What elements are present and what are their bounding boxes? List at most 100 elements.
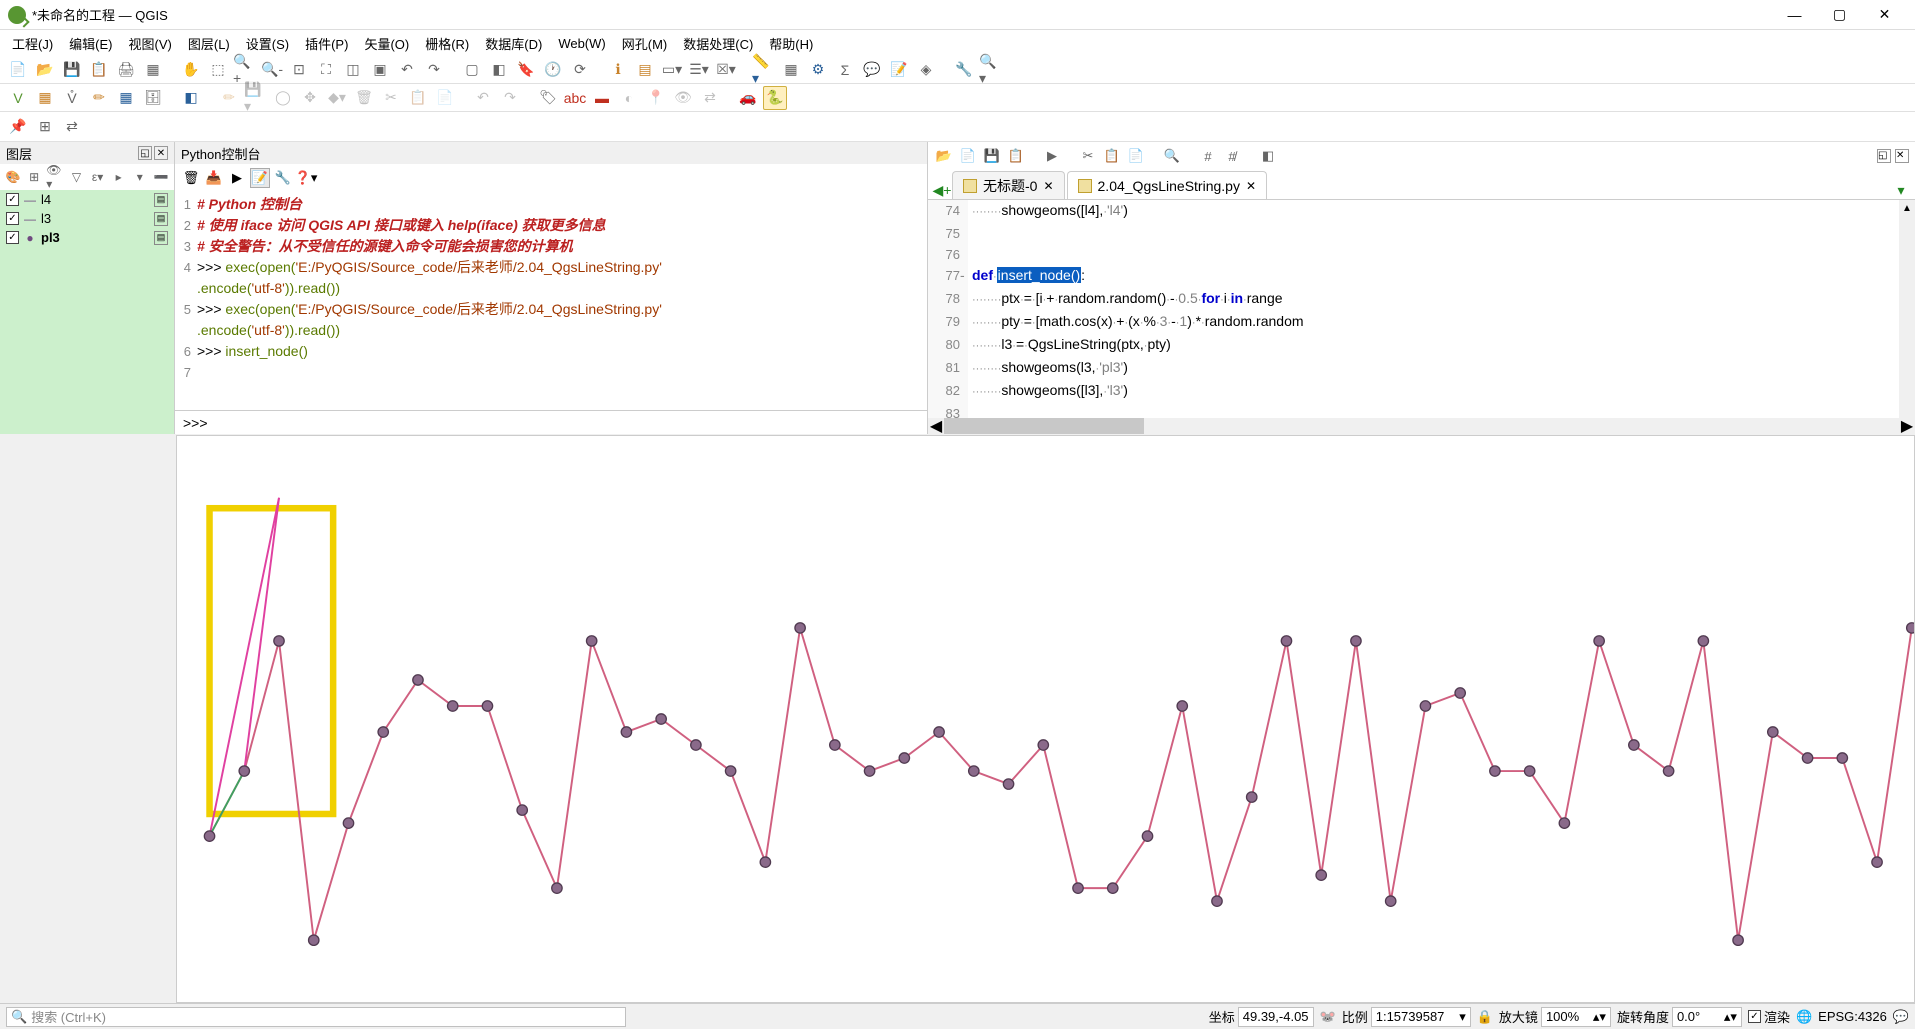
menu-item[interactable]: 设置(S) xyxy=(240,32,295,55)
comment-icon[interactable]: # xyxy=(1198,146,1218,166)
layer-item[interactable]: ✓—l4▤ xyxy=(0,190,174,209)
save-as-icon[interactable]: 📋 xyxy=(87,58,111,82)
select-icon[interactable]: ▭▾ xyxy=(660,58,684,82)
pan-selection-icon[interactable]: ⬚ xyxy=(206,58,230,82)
menu-item[interactable]: 矢量(O) xyxy=(358,32,415,55)
menu-item[interactable]: 图层(L) xyxy=(182,32,236,55)
import-icon[interactable]: 📥 xyxy=(204,168,224,188)
plugin-manager-icon[interactable]: 🚗 xyxy=(736,86,760,110)
object-inspector-icon[interactable]: ◧ xyxy=(1258,146,1278,166)
new-3d-view-icon[interactable]: ◧ xyxy=(487,58,511,82)
close-button[interactable]: ✕ xyxy=(1862,0,1907,30)
zoom-out-icon[interactable]: 🔍- xyxy=(260,58,284,82)
menu-item[interactable]: 数据库(D) xyxy=(479,32,548,55)
extents-icon[interactable]: 🐭 xyxy=(1320,1009,1336,1025)
help-icon[interactable]: ❓▾ xyxy=(296,168,316,188)
map-tips-icon[interactable]: 💬 xyxy=(860,58,884,82)
scale-value[interactable]: 1:15739587▾ xyxy=(1371,1007,1471,1027)
editor-tab[interactable]: 2.04_QgsLineString.py✕ xyxy=(1067,171,1268,199)
editor-vscrollbar[interactable]: ▲ xyxy=(1899,200,1915,418)
zoom-native-icon[interactable]: ⊡ xyxy=(287,58,311,82)
stats-icon[interactable]: ▦ xyxy=(779,58,803,82)
new-geopackage-icon[interactable]: ▦ xyxy=(114,86,138,110)
run-icon[interactable]: ▶ xyxy=(227,168,247,188)
zoom-in-icon[interactable]: 🔍+ xyxy=(233,58,257,82)
pan-icon[interactable]: ✋ xyxy=(179,58,203,82)
layer-checkbox[interactable]: ✓ xyxy=(6,231,19,244)
editor-hscrollbar[interactable]: ◀ ▶ xyxy=(928,418,1915,434)
new-map-view-icon[interactable]: ▢ xyxy=(460,58,484,82)
new-file-icon[interactable]: 📄 xyxy=(958,146,978,166)
menu-item[interactable]: 插件(P) xyxy=(299,32,354,55)
toolbox-icon[interactable]: 🔧 xyxy=(952,58,976,82)
remove-icon[interactable]: ➖ xyxy=(152,167,170,187)
add-vector-icon[interactable]: V xyxy=(6,86,30,110)
select-value-icon[interactable]: ☰▾ xyxy=(687,58,711,82)
eye-icon[interactable]: 👁▾ xyxy=(46,167,64,187)
zoom-selection-icon[interactable]: ◫ xyxy=(341,58,365,82)
maximize-button[interactable]: ▢ xyxy=(1817,0,1862,30)
annotation-icon[interactable]: 📝 xyxy=(887,58,911,82)
node-tool-icon[interactable]: ◆▾ xyxy=(325,86,349,110)
menu-item[interactable]: 栅格(R) xyxy=(419,32,475,55)
snap-icon[interactable]: ⊞ xyxy=(33,115,57,139)
editor-body[interactable]: ▲ 74········showgeoms([l4],·'l4')757677-… xyxy=(928,200,1915,418)
mag-value[interactable]: 100%▴▾ xyxy=(1541,1007,1611,1027)
paste-icon[interactable]: 📄 xyxy=(433,86,457,110)
diagram-icon[interactable]: ◐ xyxy=(617,86,641,110)
add-tab-icon[interactable]: ◀+ xyxy=(932,182,952,199)
coord-value[interactable]: 49.39,-4.05 xyxy=(1238,1007,1314,1027)
pin-icon[interactable]: 📌 xyxy=(6,115,30,139)
filter-icon[interactable]: ▽ xyxy=(67,167,85,187)
panel-close-icon[interactable]: ✕ xyxy=(154,146,168,160)
add-raster-icon[interactable]: ▦ xyxy=(33,86,57,110)
crs-icon[interactable]: 🌐 xyxy=(1796,1009,1812,1025)
zoom-full-icon[interactable]: ⛶ xyxy=(314,58,338,82)
move-feature-icon[interactable]: ✥ xyxy=(298,86,322,110)
epsg-label[interactable]: EPSG:4326 xyxy=(1818,1009,1887,1024)
sigma-icon[interactable]: Σ xyxy=(833,58,857,82)
swap-icon[interactable]: ⇄ xyxy=(60,115,84,139)
pyconsole-input[interactable]: >>> xyxy=(175,410,927,434)
toggle-edit-icon[interactable]: ✏ xyxy=(217,86,241,110)
virtual-layer-icon[interactable]: ◧ xyxy=(179,86,203,110)
menu-item[interactable]: 编辑(E) xyxy=(63,32,118,55)
identify-icon[interactable]: ℹ xyxy=(606,58,630,82)
settings-icon[interactable]: ⚙ xyxy=(806,58,830,82)
new-spatialite-icon[interactable]: 🗄 xyxy=(141,86,165,110)
menu-item[interactable]: 帮助(H) xyxy=(763,32,819,55)
messages-icon[interactable]: 💬 xyxy=(1893,1009,1909,1025)
menu-item[interactable]: 数据处理(C) xyxy=(677,32,759,55)
zoom-layer-icon[interactable]: ▣ xyxy=(368,58,392,82)
open-file-icon[interactable]: 📂 xyxy=(934,146,954,166)
deselect-icon[interactable]: ☒▾ xyxy=(714,58,738,82)
decoration-icon[interactable]: ◈ xyxy=(914,58,938,82)
new-project-icon[interactable]: 📄 xyxy=(6,58,30,82)
print-layout-icon[interactable]: 🖨 xyxy=(114,58,138,82)
edit-pencil-icon[interactable]: ✏ xyxy=(87,86,111,110)
search-icon[interactable]: 🔍▾ xyxy=(979,58,1003,82)
undo-icon[interactable]: ↶ xyxy=(471,86,495,110)
expand-icon[interactable]: ▸ xyxy=(110,167,128,187)
zoom-next-icon[interactable]: ↷ xyxy=(422,58,446,82)
menu-item[interactable]: 工程(J) xyxy=(6,32,59,55)
map-canvas[interactable] xyxy=(176,435,1915,1003)
lock-icon[interactable]: 🔒 xyxy=(1477,1009,1493,1025)
label-tool-icon[interactable]: abc xyxy=(563,86,587,110)
zoom-last-icon[interactable]: ↶ xyxy=(395,58,419,82)
tab-close-icon[interactable]: ✕ xyxy=(1043,179,1053,193)
pyconsole-output[interactable]: 1# Python 控制台2# 使用 iface 访问 QGIS API 接口或… xyxy=(175,192,927,410)
rot-value[interactable]: 0.0°▴▾ xyxy=(1672,1007,1742,1027)
cut-icon[interactable]: ✂ xyxy=(379,86,403,110)
tab-dropdown-icon[interactable]: ▾ xyxy=(1891,182,1911,199)
pin-label-icon[interactable]: 📍 xyxy=(644,86,668,110)
table-icon[interactable]: ▤ xyxy=(633,58,657,82)
editor-tab[interactable]: 无标题-0✕ xyxy=(952,171,1065,199)
menu-item[interactable]: Web(W) xyxy=(552,34,611,53)
save-icon[interactable]: 💾 xyxy=(60,58,84,82)
measure-icon[interactable]: 📏▾ xyxy=(752,58,776,82)
find-icon[interactable]: 🔍 xyxy=(1162,146,1182,166)
move-label-icon[interactable]: ⇄ xyxy=(698,86,722,110)
layer-checkbox[interactable]: ✓ xyxy=(6,212,19,225)
save-file-icon[interactable]: 💾 xyxy=(982,146,1002,166)
